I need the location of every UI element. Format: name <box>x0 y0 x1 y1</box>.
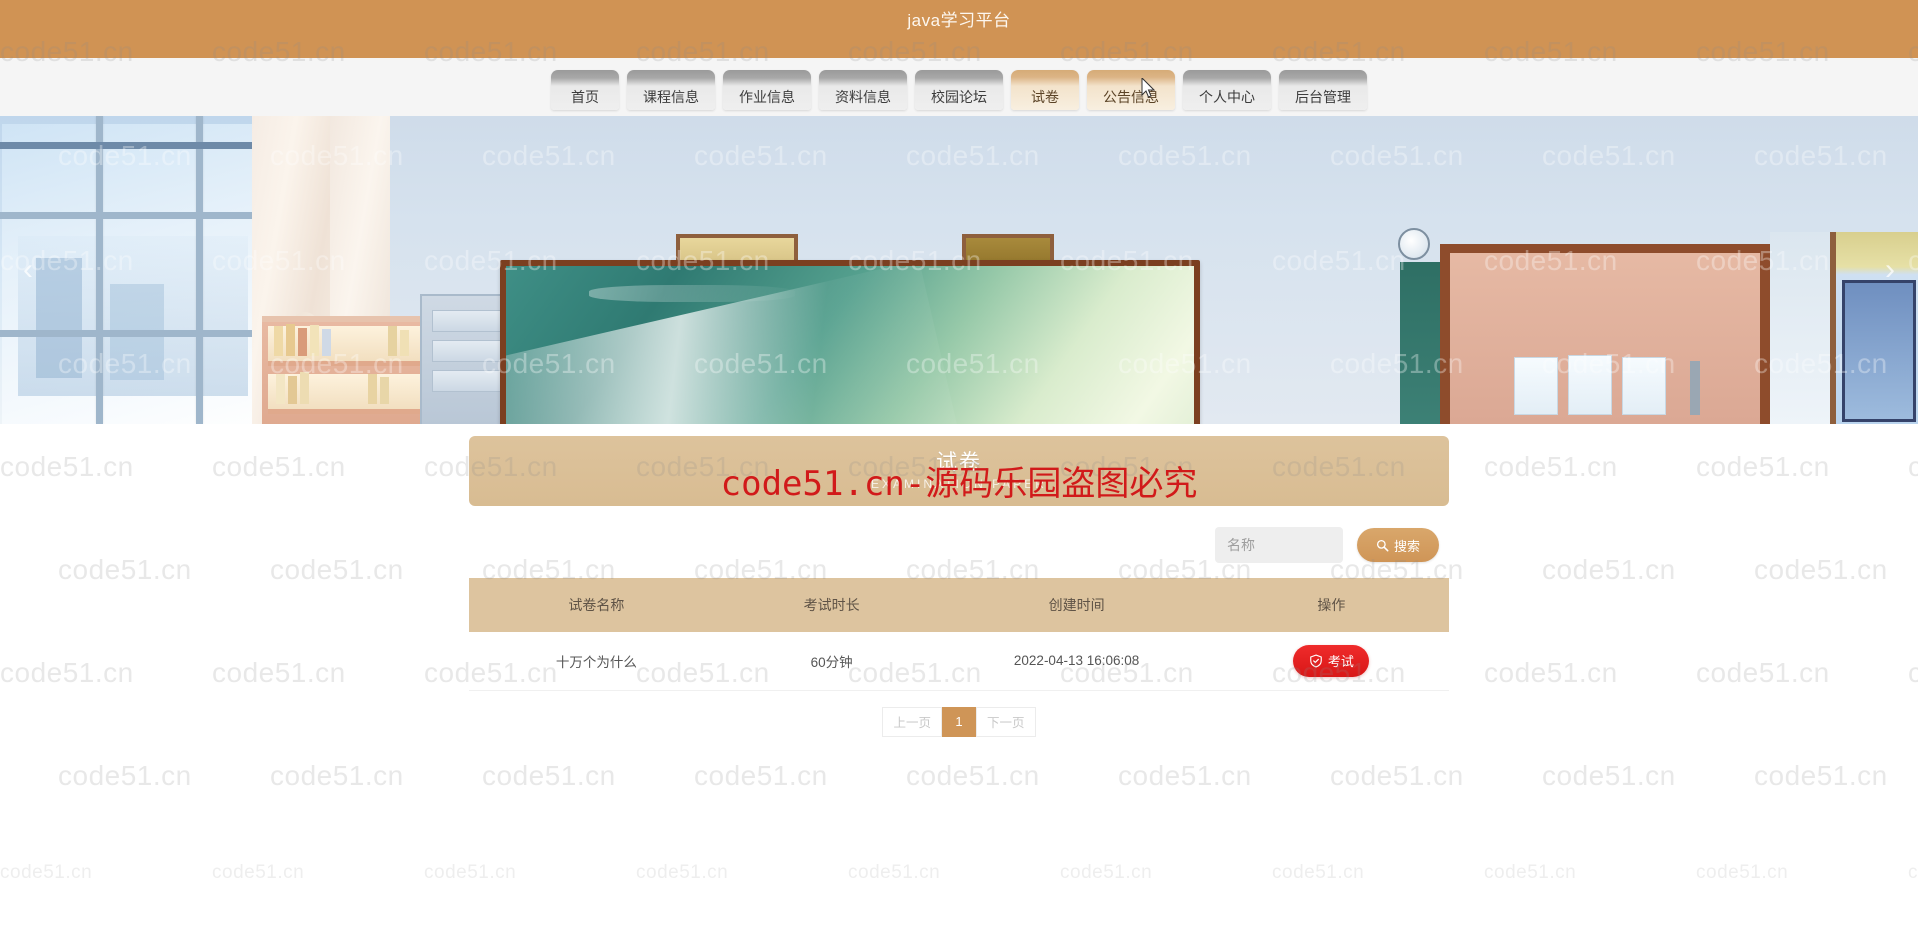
nav-item-label: 资料信息 <box>835 89 891 105</box>
search-button-label: 搜索 <box>1393 538 1420 554</box>
carousel-next-arrow[interactable]: › <box>1876 249 1904 291</box>
nav-list: 首页 课程信息 作业信息 资料信息 校园论坛 试卷 公告信息 个人中心 后台管理 <box>551 64 1367 110</box>
watermark-tile: code51.cn <box>636 862 729 883</box>
page-title: 试卷 <box>936 450 982 474</box>
blackboard <box>500 260 1200 424</box>
page-subtitle: EXAMINATION PAPER <box>871 476 1047 491</box>
watermark-tile: code51.cn <box>906 760 1040 791</box>
table-header-row: 试卷名称 考试时长 创建时间 操作 <box>469 578 1449 632</box>
table-body: 十万个为什么 60分钟 2022-04-13 16:06:08 考试 <box>469 632 1449 691</box>
nav-item-7[interactable]: 个人中心 <box>1183 70 1271 110</box>
nav-item-label: 公告信息 <box>1103 89 1159 105</box>
nav-item-3[interactable]: 资料信息 <box>819 70 907 110</box>
hero-banner-carousel[interactable]: ‹ › <box>0 116 1918 424</box>
watermark-tile: code51.cn <box>848 862 941 883</box>
watermark-tile: code51.cn <box>424 862 517 883</box>
nav-item-label: 校园论坛 <box>931 89 987 105</box>
nav-item-label: 作业信息 <box>739 89 795 105</box>
watermark-tile: code51.cn <box>482 760 616 791</box>
table-column-header-3: 操作 <box>1317 597 1346 613</box>
nav-item-label: 首页 <box>571 89 599 105</box>
exam-table-container: 试卷名称 考试时长 创建时间 操作 十万个为什么 60分钟 2022-04-13 16:0… <box>469 578 1449 691</box>
exam-table: 试卷名称 考试时长 创建时间 操作 十万个为什么 60分钟 2022-04-13 16:0… <box>469 578 1449 691</box>
shield-check-icon <box>1310 654 1322 668</box>
main-navigation: 首页 课程信息 作业信息 资料信息 校园论坛 试卷 公告信息 个人中心 后台管理 <box>0 58 1918 116</box>
nav-item-8[interactable]: 后台管理 <box>1279 70 1367 110</box>
site-title: java学习平台 <box>907 11 1011 30</box>
nav-item-6[interactable]: 公告信息 <box>1087 70 1175 110</box>
site-header-inner: java学习平台 <box>239 0 1679 58</box>
nav-item-2[interactable]: 作业信息 <box>723 70 811 110</box>
watermark-tile: code51.cn <box>694 760 828 791</box>
table-cell-created: 2022-04-13 16:06:08 <box>939 632 1214 691</box>
search-button[interactable]: 搜索 <box>1357 528 1439 562</box>
nav-item-label: 后台管理 <box>1295 89 1351 105</box>
site-header: java学习平台 <box>0 0 1918 58</box>
watermark-tile: code51.cn <box>1542 760 1676 791</box>
nav-item-label: 个人中心 <box>1199 89 1255 105</box>
table-cell-name: 十万个为什么 <box>469 632 724 691</box>
table-column-header-2: 创建时间 <box>1048 597 1105 613</box>
pagination: 上一页 1 下一页 <box>469 706 1449 737</box>
pagination-prev-button[interactable]: 上一页 <box>882 706 942 737</box>
table-cell-actions: 考试 <box>1213 632 1449 691</box>
take-exam-label: 考试 <box>1327 654 1354 670</box>
watermark-tile: code51.cn <box>1330 760 1464 791</box>
page-title-banner: 试卷 EXAMINATION PAPER <box>469 436 1449 506</box>
carousel-prev-arrow[interactable]: ‹ <box>14 249 42 291</box>
watermark-tile: code51.cn <box>270 760 404 791</box>
nav-item-label: 课程信息 <box>643 89 699 105</box>
nav-item-5[interactable]: 试卷 <box>1011 70 1079 110</box>
table-column-header-0: 试卷名称 <box>568 597 625 613</box>
watermark-tile: code51.cn <box>212 862 305 883</box>
watermark-tile: code51.cn <box>1118 760 1252 791</box>
pagination-page-1[interactable]: 1 <box>942 706 976 737</box>
search-icon <box>1376 539 1389 551</box>
classroom-illustration <box>0 116 1918 424</box>
watermark-tile: code51.cn <box>1272 862 1365 883</box>
app-window: java学习平台 首页 课程信息 作业信息 资料信息 校园论坛 试卷 公告信息 个人中心 后台管… <box>0 0 1918 938</box>
take-exam-button[interactable]: 考试 <box>1293 644 1370 677</box>
watermark-tile: code51.cn <box>1754 760 1888 791</box>
table-head: 试卷名称 考试时长 创建时间 操作 <box>469 578 1449 632</box>
pagination-next-button[interactable]: 下一页 <box>976 706 1036 737</box>
nav-item-0[interactable]: 首页 <box>551 70 619 110</box>
watermark-tile: code51.cn <box>1696 862 1789 883</box>
watermark-tile: code51.cn <box>1484 862 1577 883</box>
watermark-tile: code51.cn <box>0 862 93 883</box>
search-input[interactable] <box>1215 527 1343 563</box>
nav-item-1[interactable]: 课程信息 <box>627 70 715 110</box>
nav-item-4[interactable]: 校园论坛 <box>915 70 1003 110</box>
watermark-tile: code51.cn <box>1060 862 1153 883</box>
main-content: 试卷 EXAMINATION PAPER 搜索 试卷名称 考试时长 创建时间 操作 <box>0 424 1918 737</box>
table-cell-duration: 60分钟 <box>723 632 940 691</box>
nav-item-label: 试卷 <box>1031 89 1059 105</box>
search-toolbar: 搜索 <box>469 524 1449 566</box>
table-row: 十万个为什么 60分钟 2022-04-13 16:06:08 考试 <box>469 632 1449 691</box>
watermark-tile: code51.cn <box>58 760 192 791</box>
watermark-tile: code51.cn <box>1908 862 1918 883</box>
table-column-header-1: 考试时长 <box>803 597 860 613</box>
